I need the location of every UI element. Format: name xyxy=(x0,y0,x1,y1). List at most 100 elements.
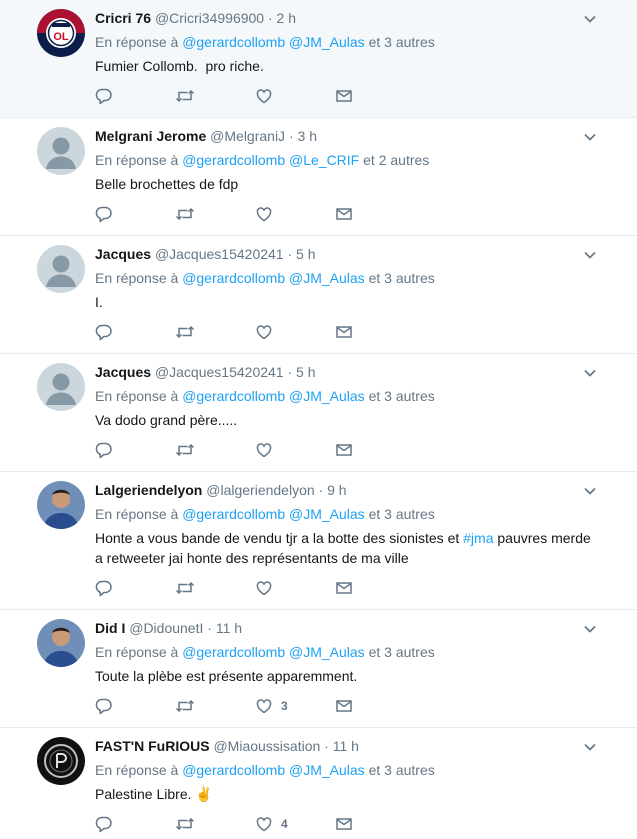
envelope-icon xyxy=(335,205,353,223)
chevron-down-icon[interactable] xyxy=(583,740,597,752)
direct-message-button[interactable] xyxy=(335,203,415,225)
like-button[interactable] xyxy=(255,439,335,461)
retweet-button[interactable] xyxy=(175,439,255,461)
tweet-time[interactable]: 11 h xyxy=(216,620,242,636)
mention-link[interactable]: @gerardcollomb xyxy=(182,270,285,286)
retweet-button[interactable] xyxy=(175,85,255,107)
reply-context: En réponse à @gerardcollomb @JM_Aulas et… xyxy=(95,387,597,405)
direct-message-button[interactable] xyxy=(335,321,415,343)
user-handle[interactable]: @DidounetI xyxy=(129,620,203,636)
tweet-item[interactable]: Did I @DidounetI · 11 h En réponse à @ger… xyxy=(0,610,637,728)
mention-link[interactable]: @gerardcollomb xyxy=(182,762,285,778)
tweet-time[interactable]: 5 h xyxy=(296,246,315,262)
tweet-time[interactable]: 9 h xyxy=(327,482,346,498)
user-fullname[interactable]: Lalgeriendelyon xyxy=(95,482,202,498)
retweet-button[interactable] xyxy=(175,813,255,835)
like-button[interactable] xyxy=(255,85,335,107)
chevron-down-icon[interactable] xyxy=(583,248,597,260)
direct-message-button[interactable] xyxy=(335,85,415,107)
others-count[interactable]: et 3 autres xyxy=(365,34,435,50)
photo-avatar-icon[interactable] xyxy=(37,481,85,529)
mention-link[interactable]: @JM_Aulas xyxy=(289,506,365,522)
others-count[interactable]: et 3 autres xyxy=(365,644,435,660)
others-count[interactable]: et 3 autres xyxy=(365,762,435,778)
direct-message-button[interactable] xyxy=(335,695,415,717)
tweet-time[interactable]: 3 h xyxy=(298,128,317,144)
reply-button[interactable] xyxy=(95,85,175,107)
user-handle[interactable]: @lalgeriendelyon xyxy=(206,482,314,498)
user-fullname[interactable]: Jacques xyxy=(95,246,151,262)
tweet-text: I. xyxy=(95,292,597,312)
reply-button[interactable] xyxy=(95,321,175,343)
direct-message-button[interactable] xyxy=(335,439,415,461)
envelope-icon xyxy=(335,87,353,105)
user-handle[interactable]: @MelgraniJ xyxy=(210,128,285,144)
ol-logo-icon[interactable]: OL xyxy=(37,9,85,57)
user-fullname[interactable]: Cricri 76 xyxy=(95,10,151,26)
user-handle[interactable]: @Cricri34996900 xyxy=(155,10,264,26)
mention-link[interactable]: @gerardcollomb xyxy=(182,506,285,522)
reply-context: En réponse à @gerardcollomb @Le_CRIF et … xyxy=(95,151,597,169)
chevron-down-icon[interactable] xyxy=(583,484,597,496)
mention-link[interactable]: @gerardcollomb xyxy=(182,644,285,660)
default-avatar-icon[interactable] xyxy=(37,127,85,175)
direct-message-button[interactable] xyxy=(335,577,415,599)
like-button[interactable]: 3 xyxy=(255,695,335,717)
others-count[interactable]: et 3 autres xyxy=(365,270,435,286)
others-count[interactable]: et 3 autres xyxy=(365,506,435,522)
tweet-item[interactable]: Lalgeriendelyon @lalgeriendelyon · 9 h En… xyxy=(0,472,637,610)
like-button[interactable] xyxy=(255,577,335,599)
user-fullname[interactable]: Jacques xyxy=(95,364,151,380)
user-fullname[interactable]: FAST'N FuRIOUS xyxy=(95,738,210,754)
tweet-item[interactable]: OL Cricri 76 @Cricri34996900 · 2 h En répo… xyxy=(0,0,637,118)
mention-link[interactable]: @gerardcollomb xyxy=(182,34,285,50)
hashtag-link[interactable]: #jma xyxy=(463,530,493,546)
tweet-item[interactable]: FAST'N FuRIOUS @Miaoussisation · 11 h En … xyxy=(0,728,637,839)
others-count[interactable]: et 2 autres xyxy=(359,152,429,168)
others-count[interactable]: et 3 autres xyxy=(365,388,435,404)
mention-link[interactable]: @gerardcollomb xyxy=(182,388,285,404)
mention-link[interactable]: @gerardcollomb xyxy=(182,152,285,168)
chevron-down-icon[interactable] xyxy=(583,130,597,142)
like-button[interactable]: 4 xyxy=(255,813,335,835)
reply-button[interactable] xyxy=(95,813,175,835)
tweet-time[interactable]: 2 h xyxy=(277,10,296,26)
like-button[interactable] xyxy=(255,321,335,343)
retweet-button[interactable] xyxy=(175,321,255,343)
tweet-item[interactable]: Jacques @Jacques15420241 · 5 h En réponse… xyxy=(0,354,637,472)
user-handle[interactable]: @Jacques15420241 xyxy=(155,246,284,262)
mention-link[interactable]: @JM_Aulas xyxy=(289,34,365,50)
tweet-time[interactable]: 5 h xyxy=(296,364,315,380)
user-fullname[interactable]: Did I xyxy=(95,620,125,636)
like-button[interactable] xyxy=(255,203,335,225)
chevron-down-icon[interactable] xyxy=(583,366,597,378)
user-handle[interactable]: @Jacques15420241 xyxy=(155,364,284,380)
mention-link[interactable]: @Le_CRIF xyxy=(289,152,359,168)
tweet-item[interactable]: Jacques @Jacques15420241 · 5 h En réponse… xyxy=(0,236,637,354)
mention-link[interactable]: @JM_Aulas xyxy=(289,762,365,778)
reply-button[interactable] xyxy=(95,203,175,225)
reply-button[interactable] xyxy=(95,577,175,599)
separator-dot: · xyxy=(285,128,298,144)
tweet-time[interactable]: 11 h xyxy=(333,738,359,754)
default-avatar-icon[interactable] xyxy=(37,363,85,411)
photo-avatar-icon[interactable] xyxy=(37,619,85,667)
retweet-button[interactable] xyxy=(175,577,255,599)
reply-prefix: En réponse à xyxy=(95,762,179,778)
reply-button[interactable] xyxy=(95,695,175,717)
default-avatar-icon[interactable] xyxy=(37,245,85,293)
reply-button[interactable] xyxy=(95,439,175,461)
direct-message-button[interactable] xyxy=(335,813,415,835)
mention-link[interactable]: @JM_Aulas xyxy=(289,644,365,660)
chevron-down-icon[interactable] xyxy=(583,12,597,24)
psg-logo-icon[interactable] xyxy=(37,737,85,785)
user-fullname[interactable]: Melgrani Jerome xyxy=(95,128,206,144)
user-handle[interactable]: @Miaoussisation xyxy=(213,738,320,754)
tweet-item[interactable]: Melgrani Jerome @MelgraniJ · 3 h En répon… xyxy=(0,118,637,236)
envelope-icon xyxy=(335,323,353,341)
retweet-button[interactable] xyxy=(175,203,255,225)
mention-link[interactable]: @JM_Aulas xyxy=(289,270,365,286)
retweet-button[interactable] xyxy=(175,695,255,717)
mention-link[interactable]: @JM_Aulas xyxy=(289,388,365,404)
chevron-down-icon[interactable] xyxy=(583,622,597,634)
